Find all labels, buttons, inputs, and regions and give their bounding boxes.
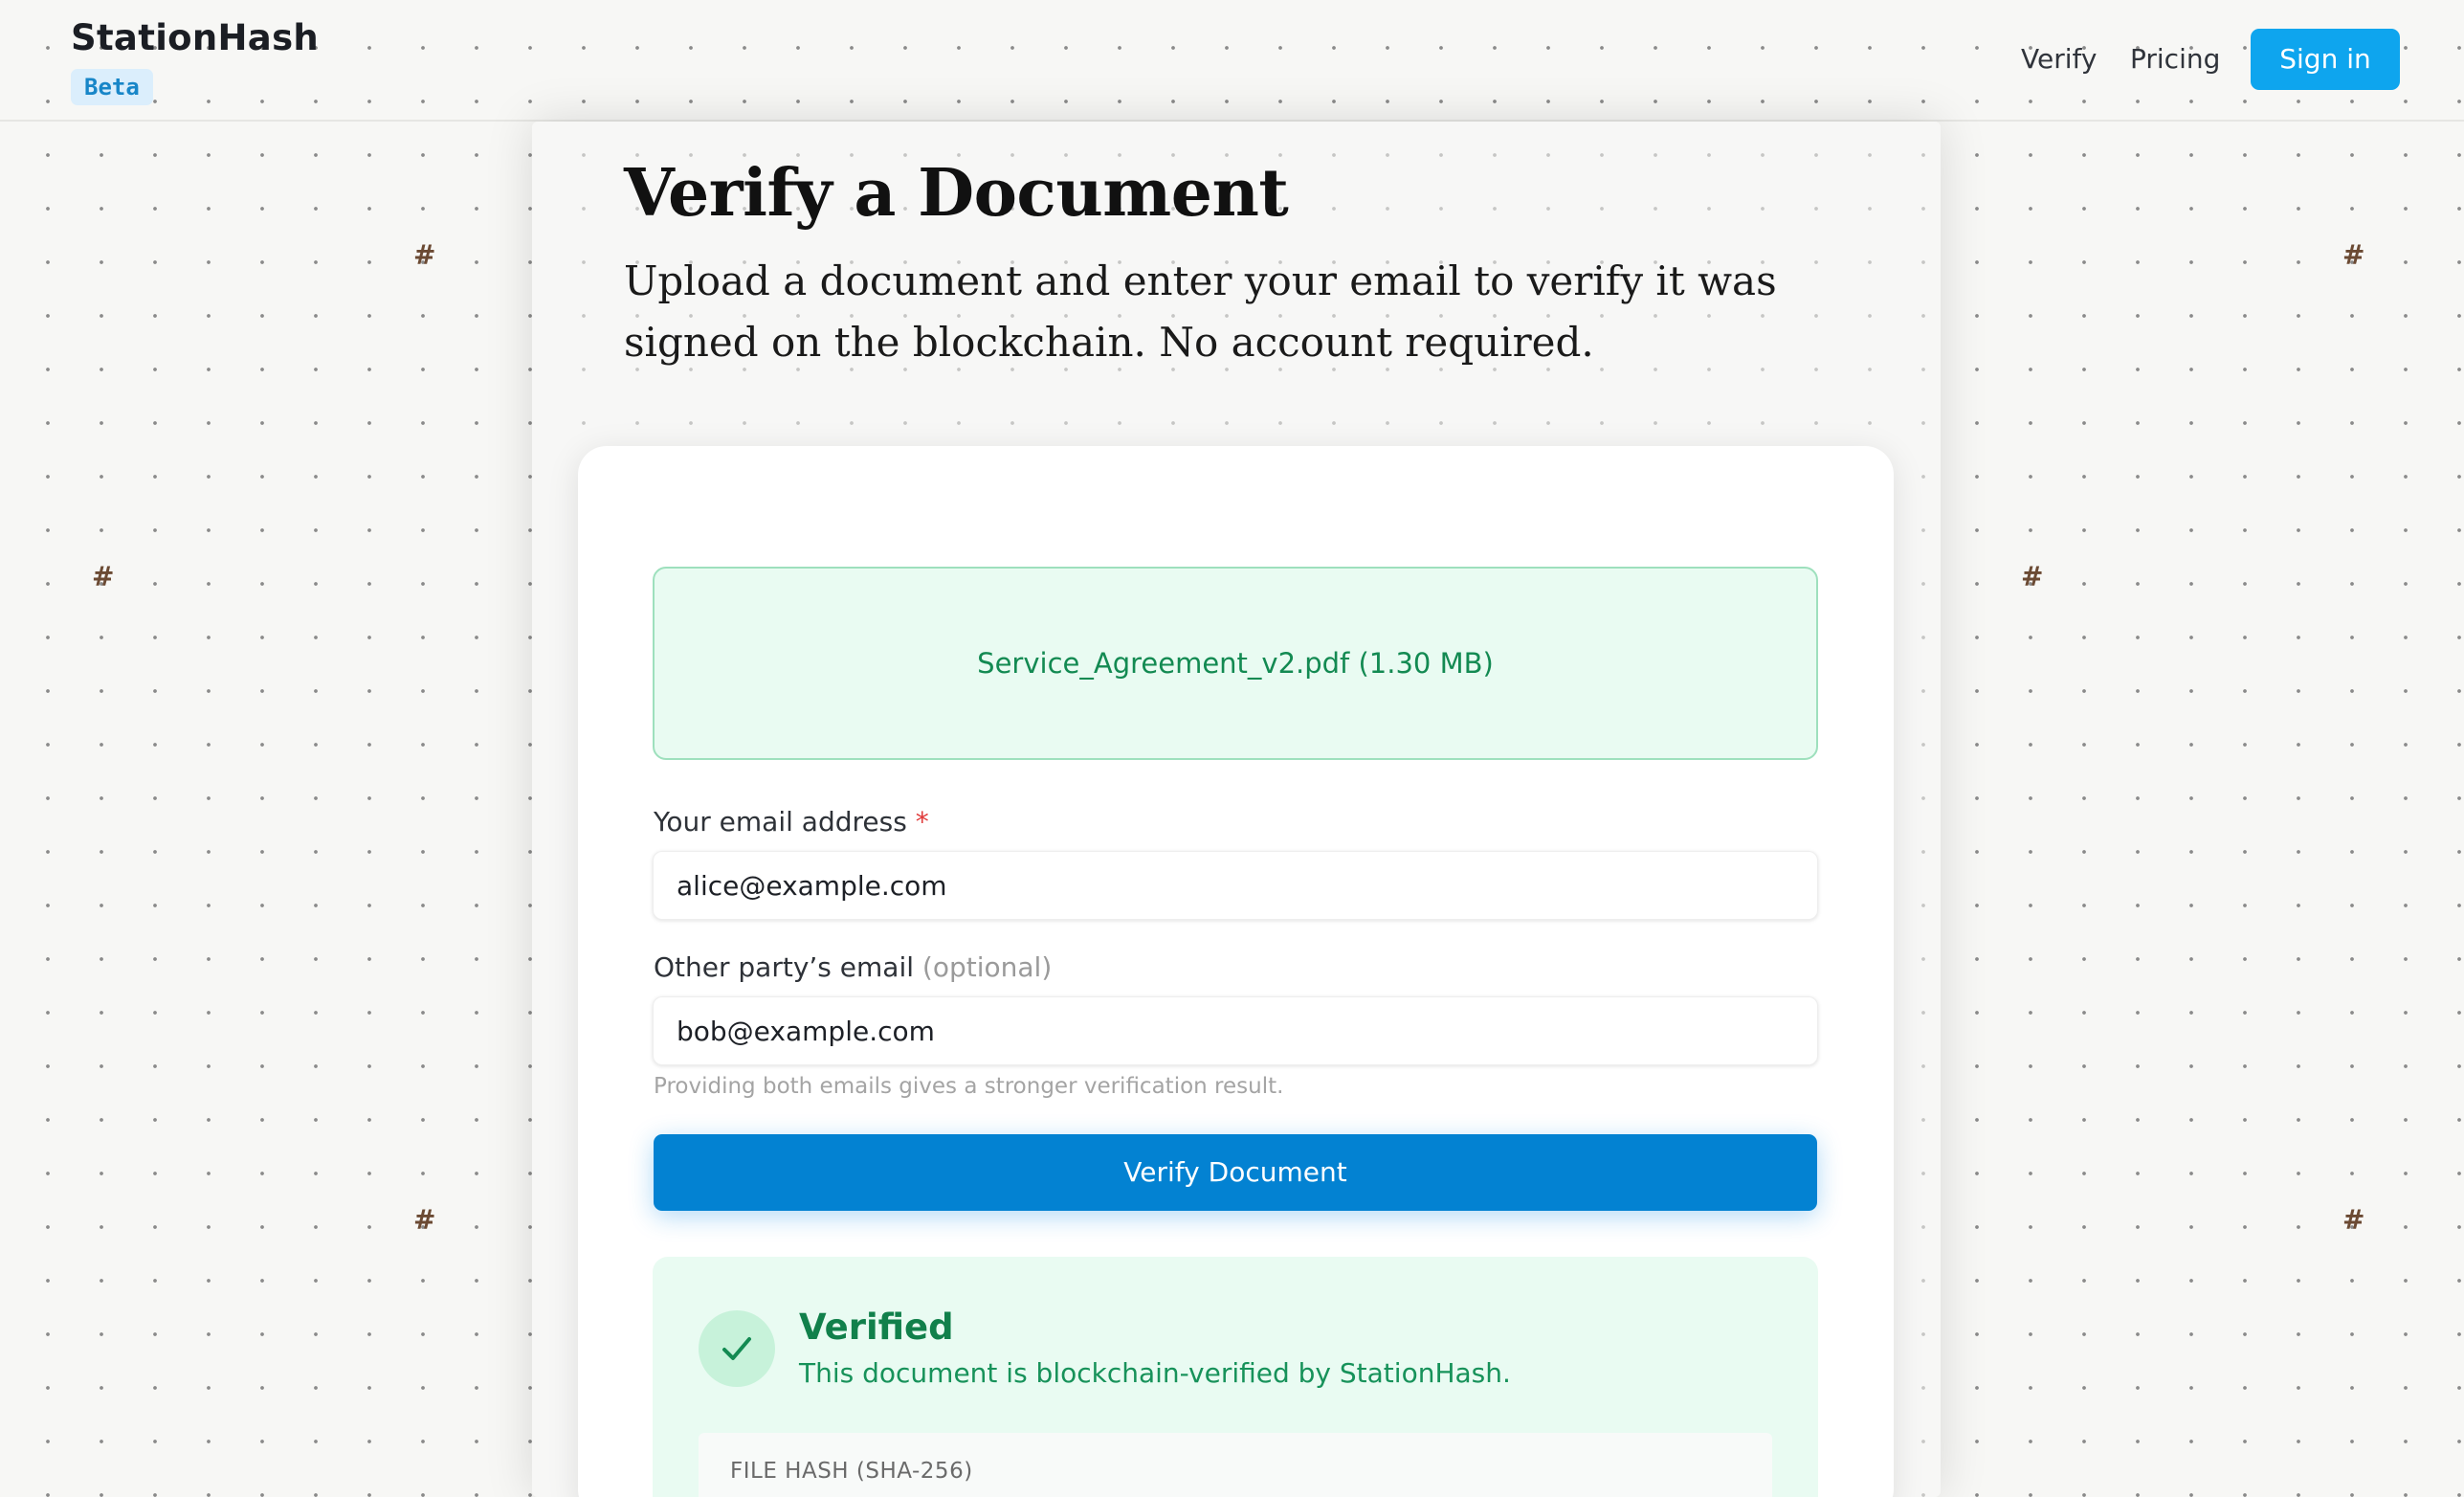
file-dropzone[interactable]: Service_Agreement_v2.pdf (1.30 MB) (653, 567, 1818, 760)
email-field[interactable] (653, 851, 1818, 920)
result-title: Verified (799, 1307, 954, 1348)
nav-pricing-link[interactable]: Pricing (2130, 29, 2220, 90)
hash-decoration: # (413, 239, 436, 271)
check-badge (699, 1310, 775, 1387)
page-title: Verify a Document (624, 155, 1289, 232)
email-label-text: Your email address (654, 806, 907, 838)
other-party-email-label-text: Other party’s email (654, 951, 915, 983)
hash-decoration: # (413, 1204, 436, 1236)
other-party-email-field[interactable] (653, 996, 1818, 1065)
verify-document-button[interactable]: Verify Document (654, 1134, 1817, 1211)
hash-decoration: # (2342, 239, 2365, 271)
brand-logo[interactable]: StationHash (71, 17, 319, 58)
nav-verify-link[interactable]: Verify (2021, 29, 2097, 90)
optional-marker: (optional) (921, 951, 1053, 983)
other-party-email-label: Other party’s email (optional) (654, 951, 1052, 983)
hash-decoration: # (2021, 561, 2044, 592)
page-subtitle: Upload a document and enter your email t… (624, 257, 1777, 366)
email-label: Your email address * (654, 806, 929, 838)
required-marker: * (915, 806, 929, 838)
beta-badge: Beta (71, 69, 153, 105)
file-hash-label: FILE HASH (SHA-256) (730, 1459, 973, 1484)
email-hint: Providing both emails gives a stronger v… (654, 1074, 1284, 1099)
check-icon (722, 1337, 751, 1360)
sign-in-button[interactable]: Sign in (2251, 29, 2400, 90)
hash-decoration: # (92, 561, 115, 592)
top-bar: StationHash Beta Verify Pricing Sign in (0, 0, 2464, 122)
result-description: This document is blockchain-verified by … (799, 1357, 1511, 1389)
uploaded-file-label: Service_Agreement_v2.pdf (1.30 MB) (977, 647, 1494, 680)
hash-decoration: # (2342, 1204, 2365, 1236)
